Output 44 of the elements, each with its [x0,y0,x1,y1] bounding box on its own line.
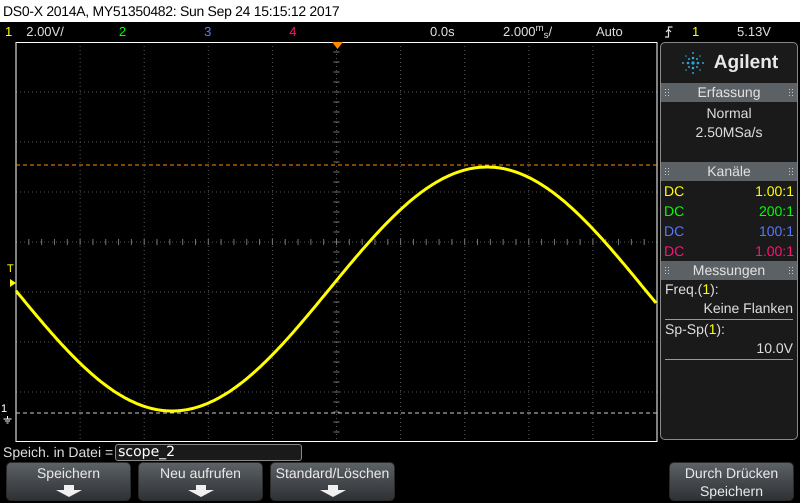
softkey-button[interactable]: Neu aufrufen [138,462,263,501]
section-title: Messungen [692,261,766,280]
trigger-marker: T [7,264,14,275]
channel-number[interactable]: 4 [289,22,297,42]
measurement-value: 10.0V [755,339,793,358]
section-title: Erfassung [697,83,761,102]
channel-number[interactable]: 2 [118,22,126,42]
rising-edge-icon [664,26,673,38]
softkey-button[interactable]: Speichern [6,462,131,501]
coupling-label: DC [664,242,684,260]
softkey-button[interactable]: Standard/Löschen [270,462,395,501]
save-label: Speich. in Datei = [3,442,114,462]
probe-ratio: 200:1 [758,202,794,220]
time-per-division: 2.000$^{m}$$_{s}$/ [503,26,552,38]
filename-field[interactable]: scope_2 [115,444,302,460]
sample-rate: 2.50MSa/s [696,123,762,142]
starburst-logo-icon [680,50,706,76]
channel-number[interactable]: 1 [5,22,12,42]
acquisition-mode: Normal [706,104,752,123]
section-title: Kanäle [707,162,751,181]
measurement-label: Freq.(1): [665,280,719,299]
volts-per-division: 2.00V/ [26,23,64,42]
down-arrow-icon [188,485,214,497]
coupling-label: DC [664,222,684,240]
channel-number[interactable]: 3 [204,22,212,42]
title-bar: DS0-X 2014A, MY51350482: Sun Sep 24 15:15:12 2017 [0,0,800,22]
measurement-label: Sp-Sp(1): [665,320,725,339]
down-arrow-icon [56,485,82,497]
ground-marker: 1 [1,404,8,415]
probe-ratio: 100:1 [758,222,794,240]
measurement-value: Keine Flanken [702,299,793,318]
probe-ratio: 1.00:1 [755,242,794,260]
trigger-level: 5.13V [737,23,771,42]
coupling-label: DC [664,182,684,200]
ground-icon [3,416,12,424]
coupling-label: DC [664,202,684,220]
trigger-position-icon [10,279,16,287]
probe-ratio: 1.00:1 [755,182,794,200]
down-arrow-icon [320,485,346,497]
softkey-button[interactable]: Durch Drücken Speichern [669,462,794,501]
trigger-source: 1 [692,23,700,42]
trigger-mode: Auto [596,23,623,42]
time-offset: 0.0s [430,23,455,42]
brand-name: Agilent [714,50,778,75]
